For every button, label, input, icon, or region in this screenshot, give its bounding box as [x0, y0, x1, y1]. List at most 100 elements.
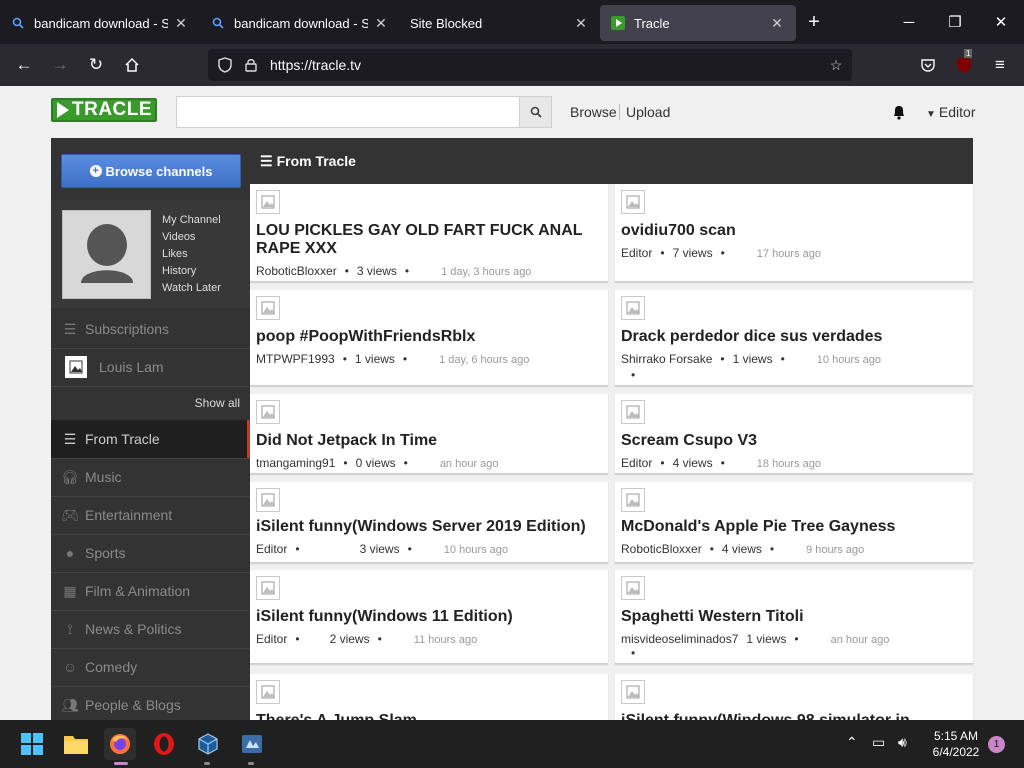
- sidebar-item-entertainment[interactable]: 🎮︎ Entertainment: [51, 496, 250, 534]
- forward-button[interactable]: →: [42, 47, 78, 83]
- tab-tracle[interactable]: Tracle ✕: [600, 5, 796, 41]
- video-author[interactable]: Editor: [621, 456, 652, 470]
- address-bar[interactable]: https://tracle.tv ☆: [208, 49, 852, 81]
- opera-icon[interactable]: [148, 728, 180, 760]
- video-card[interactable]: McDonald's Apple Pie Tree Gayness Roboti…: [615, 482, 973, 563]
- video-title[interactable]: Spaghetti Western Titoli: [621, 608, 961, 626]
- close-icon[interactable]: ✕: [768, 15, 786, 32]
- speaker-icon[interactable]: 🔊︎: [898, 734, 907, 751]
- home-button[interactable]: [114, 47, 150, 83]
- video-title[interactable]: iSilent funny(Windows Server 2019 Editio…: [256, 518, 596, 536]
- window-close-button[interactable]: ✕: [978, 0, 1024, 44]
- back-button[interactable]: ←: [6, 47, 42, 83]
- thumbnail-placeholder-icon[interactable]: [256, 296, 280, 320]
- sidebar-item-from-tracle[interactable]: ☰ From Tracle: [51, 420, 250, 458]
- video-title[interactable]: Scream Csupo V3: [621, 432, 961, 450]
- sidebar-item-music[interactable]: 🎧︎ Music: [51, 458, 250, 496]
- show-all-link[interactable]: Show all: [195, 396, 240, 410]
- video-author[interactable]: RoboticBloxxer: [621, 542, 702, 556]
- bookmark-star-icon[interactable]: ☆: [826, 55, 846, 75]
- app-icon[interactable]: [236, 728, 268, 760]
- likes-link[interactable]: Likes: [162, 248, 221, 265]
- windows-start-icon[interactable]: [16, 728, 48, 760]
- video-title[interactable]: ovidiu700 scan: [621, 222, 961, 240]
- video-author[interactable]: Editor: [621, 246, 652, 260]
- thumbnail-placeholder-icon[interactable]: [256, 190, 280, 214]
- sidebar-item-film-animation[interactable]: ▦ Film & Animation: [51, 572, 250, 610]
- sidebar-item-louis-lam[interactable]: Louis Lam: [51, 348, 250, 386]
- shield-icon[interactable]: [212, 57, 238, 73]
- thumbnail-placeholder-icon[interactable]: [256, 576, 280, 600]
- close-icon[interactable]: ✕: [372, 15, 390, 32]
- browse-channels-button[interactable]: + Browse channels: [61, 154, 241, 188]
- notification-badge[interactable]: 1: [988, 736, 1005, 753]
- video-title[interactable]: iSilent funny(Windows 98 simulator in: [621, 712, 961, 720]
- thumbnail-placeholder-icon[interactable]: [621, 680, 645, 704]
- system-clock[interactable]: 5:15 AM 6/4/2022: [922, 728, 990, 760]
- video-card[interactable]: There's A Jump Slam: [250, 674, 608, 720]
- editor-menu[interactable]: ▼ Editor: [926, 104, 975, 120]
- pocket-button[interactable]: [910, 47, 946, 83]
- video-title[interactable]: McDonald's Apple Pie Tree Gayness: [621, 518, 961, 536]
- video-author[interactable]: Editor: [256, 632, 287, 646]
- virtualbox-icon[interactable]: [192, 728, 224, 760]
- tab-search-1[interactable]: bandicam download - Sear ✕: [0, 5, 200, 41]
- browse-link[interactable]: Browse: [570, 104, 617, 120]
- file-explorer-icon[interactable]: [60, 728, 92, 760]
- video-author[interactable]: tmangaming91: [256, 456, 335, 470]
- video-card[interactable]: poop #PoopWithFriendsRblx MTPWPF1993 • 1 v…: [250, 290, 608, 386]
- sidebar-item-sports[interactable]: ● Sports: [51, 534, 250, 572]
- video-card[interactable]: Did Not Jetpack In Time tmangaming91 • 0 v…: [250, 394, 608, 474]
- watch-later-link[interactable]: Watch Later: [162, 282, 221, 299]
- video-title[interactable]: iSilent funny(Windows 11 Edition): [256, 608, 596, 626]
- history-link[interactable]: History: [162, 265, 221, 282]
- reload-button[interactable]: ↻: [78, 47, 114, 83]
- ublock-button[interactable]: 1: [946, 47, 982, 83]
- videos-link[interactable]: Videos: [162, 231, 221, 248]
- video-author[interactable]: misvideoseliminados7: [621, 632, 738, 646]
- avatar[interactable]: [62, 210, 151, 299]
- video-card[interactable]: Spaghetti Western Titoli misvideoselimin…: [615, 570, 973, 664]
- thumbnail-placeholder-icon[interactable]: [256, 488, 280, 512]
- video-author[interactable]: MTPWPF1993: [256, 352, 335, 366]
- thumbnail-placeholder-icon[interactable]: [621, 190, 645, 214]
- video-card[interactable]: Drack perdedor dice sus verdades Shirrak…: [615, 290, 973, 386]
- my-channel-link[interactable]: My Channel: [162, 214, 221, 231]
- firefox-icon[interactable]: [104, 728, 136, 760]
- close-icon[interactable]: ✕: [172, 15, 190, 32]
- upload-link[interactable]: Upload: [626, 104, 670, 120]
- video-title[interactable]: Drack perdedor dice sus verdades: [621, 328, 961, 346]
- video-author[interactable]: Editor: [256, 542, 287, 556]
- sidebar-item-comedy[interactable]: ☺ Comedy: [51, 648, 250, 686]
- bell-icon[interactable]: [892, 104, 908, 120]
- thumbnail-placeholder-icon[interactable]: [621, 400, 645, 424]
- close-icon[interactable]: ✕: [572, 15, 590, 32]
- lock-icon[interactable]: [238, 58, 264, 72]
- thumbnail-placeholder-icon[interactable]: [621, 576, 645, 600]
- video-card[interactable]: ovidiu700 scan Editor • 7 views • 17 hours a…: [615, 184, 973, 282]
- search-input[interactable]: [176, 96, 520, 128]
- tracle-logo[interactable]: TRACLE: [51, 98, 157, 122]
- sidebar-item-news-politics[interactable]: ⟟ News & Politics: [51, 610, 250, 648]
- thumbnail-placeholder-icon[interactable]: [621, 488, 645, 512]
- menu-button[interactable]: ≡: [982, 47, 1018, 83]
- chevron-up-icon[interactable]: ⌃: [846, 734, 858, 751]
- tab-site-blocked[interactable]: Site Blocked ✕: [400, 5, 600, 41]
- video-title[interactable]: LOU PICKLES GAY OLD FART FUCK ANAL RAPE …: [256, 222, 596, 258]
- video-title[interactable]: Did Not Jetpack In Time: [256, 432, 596, 450]
- thumbnail-placeholder-icon[interactable]: [256, 680, 280, 704]
- video-author[interactable]: Shirrako Forsake: [621, 352, 712, 366]
- video-card[interactable]: iSilent funny(Windows Server 2019 Editio…: [250, 482, 608, 563]
- video-card[interactable]: LOU PICKLES GAY OLD FART FUCK ANAL RAPE …: [250, 184, 608, 282]
- video-card[interactable]: iSilent funny(Windows 11 Edition) Editor…: [250, 570, 608, 664]
- search-button[interactable]: [519, 96, 552, 128]
- thumbnail-placeholder-icon[interactable]: [256, 400, 280, 424]
- video-title[interactable]: There's A Jump Slam: [256, 712, 596, 720]
- thumbnail-placeholder-icon[interactable]: [621, 296, 645, 320]
- video-author[interactable]: RoboticBloxxer: [256, 264, 337, 278]
- video-card[interactable]: Scream Csupo V3 Editor • 4 views • 18 hours …: [615, 394, 973, 474]
- network-icon[interactable]: ▭: [872, 734, 885, 751]
- tab-search-2[interactable]: bandicam download - Sear ✕: [200, 5, 400, 41]
- sidebar-item-people-blogs[interactable]: 👥︎ People & Blogs: [51, 686, 250, 720]
- video-title[interactable]: poop #PoopWithFriendsRblx: [256, 328, 596, 346]
